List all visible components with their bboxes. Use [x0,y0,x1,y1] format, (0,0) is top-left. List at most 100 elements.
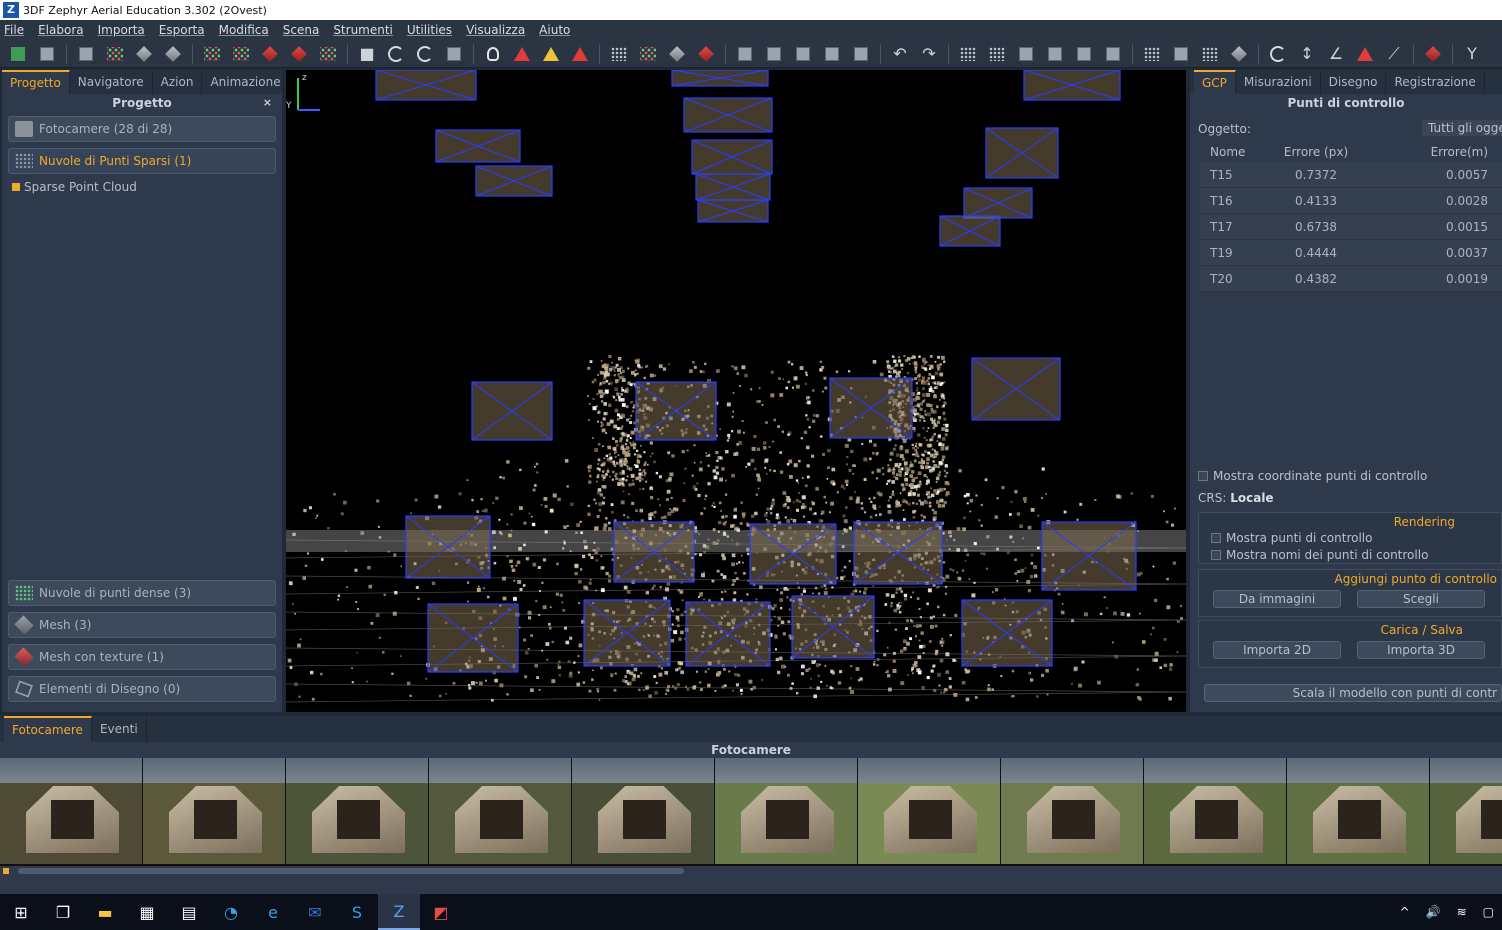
camera-frustum[interactable] [961,599,1053,667]
camera-thumbnail[interactable] [286,758,428,864]
camera-frustum[interactable] [695,173,771,201]
solid-cube-icon[interactable] [1229,44,1249,64]
menu-elabora[interactable]: Elabora [38,23,84,37]
tab-disegno[interactable]: Disegno [1321,70,1387,94]
tab-fotocamere[interactable]: Fotocamere [4,716,92,742]
camera-frustum[interactable] [985,127,1059,179]
group-mesh[interactable]: Mesh (3) [8,612,276,638]
camera-frustum[interactable] [471,381,553,441]
close-icon[interactable]: × [263,94,272,112]
import-3d-button[interactable]: Importa 3D [1357,641,1485,659]
camera-frustum[interactable] [1041,521,1137,591]
mesh-view-icon[interactable] [134,44,154,64]
yellow-triangle-icon[interactable] [541,44,561,64]
calculator-icon[interactable]: ▤ [168,894,210,930]
camera-frustum[interactable] [829,377,913,439]
tab-progetto[interactable]: Progetto [2,70,70,94]
camera-thumbnail[interactable] [1144,758,1286,864]
camera-frustum[interactable] [697,199,769,223]
frame-icon[interactable] [1171,44,1191,64]
camera-frustum[interactable] [791,595,875,659]
bbox-icon[interactable] [1074,44,1094,64]
rgb-triangle-icon[interactable] [512,44,532,64]
invert-selection-icon[interactable] [1016,44,1036,64]
points-mixed-icon[interactable] [318,44,338,64]
menu-scena[interactable]: Scena [283,23,320,37]
notification-icon[interactable]: ▢ [1483,905,1494,919]
group-sparse-clouds[interactable]: Nuvole di Punti Sparsi (1) [8,148,276,174]
show-names-option[interactable]: Mostra nomi dei punti di controllo [1211,548,1428,562]
link-icon[interactable] [1268,44,1288,64]
redo-icon[interactable]: ↷ [919,44,939,64]
view-front-icon[interactable] [735,44,755,64]
3d-viewport[interactable]: z Y [286,70,1186,712]
tab-eventi[interactable]: Eventi [92,716,147,742]
points-green-icon[interactable] [231,44,251,64]
menu-file[interactable]: File [4,23,24,37]
light-bulb-icon[interactable] [483,44,503,64]
color-triangle-icon[interactable] [570,44,590,64]
menu-strumenti[interactable]: Strumenti [333,23,393,37]
checkbox-icon[interactable] [1211,550,1221,560]
tree-item-sparse-point-cloud[interactable]: Sparse Point Cloud [12,180,282,194]
vertical-measure-icon[interactable]: ↕ [1297,44,1317,64]
selection-box-icon[interactable] [958,44,978,64]
windows-start-icon[interactable]: ⊞ [0,894,42,930]
group-drawing-elements[interactable]: Elementi di Disegno (0) [8,676,276,702]
camera-frustum[interactable] [435,129,521,163]
grid-select-icon[interactable] [1142,44,1162,64]
camera-frustum[interactable] [683,97,773,133]
camera-thumbnail[interactable] [0,758,142,864]
task-view-icon[interactable]: ❐ [42,894,84,930]
table-row[interactable]: T16 0.4133 0.0028 [1200,188,1502,214]
table-row[interactable]: T20 0.4382 0.0019 [1200,266,1502,292]
table-row[interactable]: T15 0.7372 0.0057 [1200,162,1502,188]
menu-esporta[interactable]: Esporta [159,23,205,37]
menu-importa[interactable]: Importa [98,23,145,37]
camera-frustum[interactable] [375,70,477,101]
view-right-icon[interactable] [822,44,842,64]
camera-frustum[interactable] [685,601,771,667]
camera-frustum[interactable] [749,523,837,585]
col-errore-px[interactable]: Errore (px) [1242,142,1390,162]
volume-icon[interactable]: 🔊 [1426,905,1441,919]
save-icon[interactable] [37,44,57,64]
color-blocks-icon[interactable] [1423,44,1443,64]
camera-frustum[interactable] [583,599,671,667]
view-top-icon[interactable] [851,44,871,64]
col-errore-m[interactable]: Errore(m) [1390,142,1502,162]
camera-frustum[interactable] [691,139,773,175]
deselect-icon[interactable] [987,44,1007,64]
select-points-icon[interactable] [609,44,629,64]
ruler-icon[interactable]: ⟋ [1384,44,1404,64]
camera-thumbnail[interactable] [572,758,714,864]
rotate-icon[interactable] [415,44,435,64]
camera-frustum[interactable] [671,70,769,87]
col-nome[interactable]: Nome [1200,142,1245,162]
tools-icon[interactable]: Y [1462,44,1482,64]
group-dense-clouds[interactable]: Nuvole di punti dense (3) [8,580,276,606]
select-green-icon[interactable] [638,44,658,64]
point-cloud-scene[interactable] [286,70,1186,712]
tab-misurazioni[interactable]: Misurazioni [1236,70,1321,94]
scrollbar-thumb[interactable] [18,868,684,874]
crop-icon[interactable] [1103,44,1123,64]
points-red-icon[interactable] [202,44,222,64]
menu-utilities[interactable]: Utilities [407,23,452,37]
menu-aiuto[interactable]: Aiuto [539,23,570,37]
camera-frustum[interactable] [1023,70,1121,101]
solid-view-icon[interactable] [163,44,183,64]
sparse-cloud-view-icon[interactable] [105,44,125,64]
wasd-icon[interactable] [444,44,464,64]
camera-frustum[interactable] [613,521,695,583]
tab-registrazione[interactable]: Registrazione [1386,70,1485,94]
outlook-icon[interactable]: ✉ [294,894,336,930]
new-project-icon[interactable] [8,44,28,64]
camera-frustum[interactable] [963,187,1033,219]
view-back-icon[interactable] [764,44,784,64]
tab-animazione[interactable]: Animazione [202,70,290,94]
checkbox-icon[interactable] [1211,533,1221,543]
angle-measure-icon[interactable]: ∠ [1326,44,1346,64]
undo-icon[interactable]: ↶ [890,44,910,64]
tab-azioni[interactable]: Azion [153,70,203,94]
